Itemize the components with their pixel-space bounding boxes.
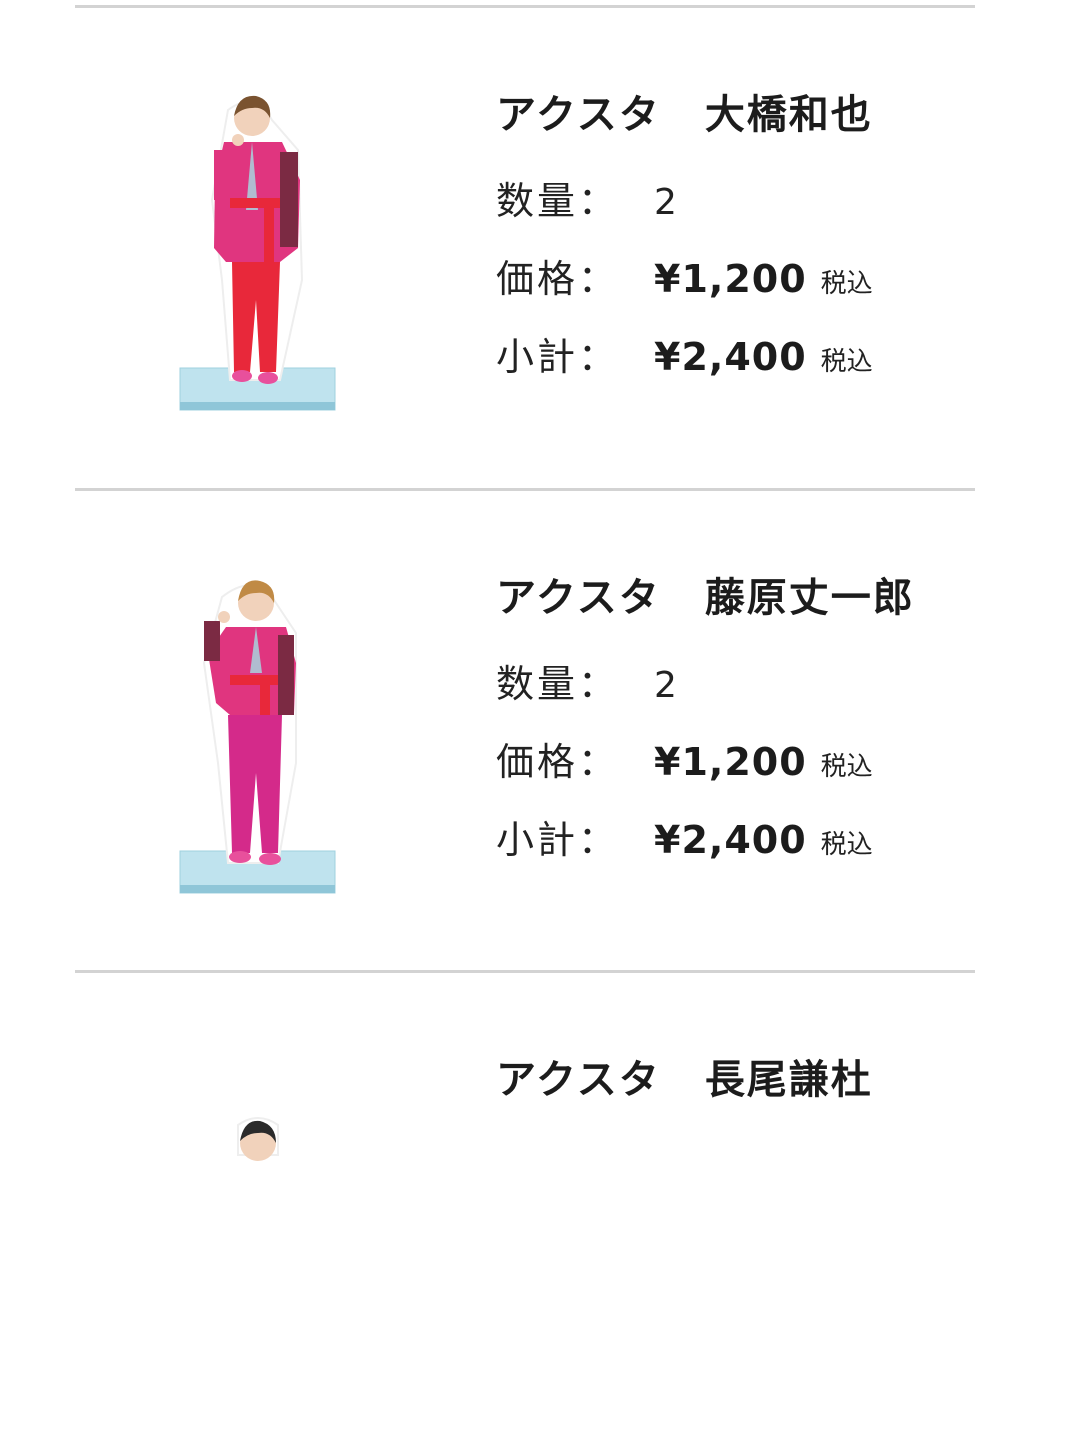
acrylic-stand-figure-icon [179,95,336,411]
product-title[interactable]: アクスタ 長尾謙杜 [496,1047,873,1105]
subtotal-row: 小計： ¥2,400 税込 [496,326,873,386]
quantity-value: 2 [654,665,677,706]
subtotal-label: 小計： [496,818,620,862]
product-name: アクスタ [496,575,661,621]
price-row: 価格： ¥1,200 税込 [496,731,873,791]
cart-item: アクスタ 藤原丈一郎 数量： 2 価格： ¥1,200 税込 小計： ¥2,400 税込 [0,493,1080,973]
subtotal-value: ¥2,400 [654,335,807,379]
product-image[interactable] [160,563,360,913]
product-name: アクスタ [496,1057,661,1103]
cart-item-list: アクスタ 大橋和也 数量： 2 価格： ¥1,200 税込 小計： ¥2,400 税込 [0,0,1080,1161]
price-label: 価格： [496,257,620,301]
price-value: ¥1,200 [654,740,807,784]
price-value: ¥1,200 [654,257,807,301]
quantity-label: 数量： [496,662,620,706]
tax-included-note: 税込 [820,347,873,377]
quantity-row: 数量： 2 [496,653,677,713]
divider [75,488,975,491]
subtotal-row: 小計： ¥2,400 税込 [496,809,873,869]
acrylic-stand-figure-icon [179,580,336,894]
quantity-label: 数量： [496,179,620,223]
member-name: 大橋和也 [704,92,873,138]
price-row: 価格： ¥1,200 税込 [496,248,873,308]
product-image[interactable] [160,1045,360,1395]
divider [75,5,975,8]
subtotal-value: ¥2,400 [654,818,807,862]
subtotal-label: 小計： [496,335,620,379]
tax-included-note: 税込 [820,830,873,860]
cart-item: アクスタ 大橋和也 数量： 2 価格： ¥1,200 税込 小計： ¥2,400 税込 [0,10,1080,490]
tax-included-note: 税込 [820,269,873,299]
product-title[interactable]: アクスタ 藤原丈一郎 [496,565,915,623]
price-label: 価格： [496,740,620,784]
member-name: 藤原丈一郎 [704,575,915,621]
cart-item: アクスタ 長尾謙杜 [0,975,1080,1455]
quantity-value: 2 [654,182,677,223]
product-image[interactable] [160,80,360,430]
member-name: 長尾謙杜 [704,1057,873,1103]
divider [75,970,975,973]
acrylic-stand-figure-icon [237,1117,279,1161]
product-title[interactable]: アクスタ 大橋和也 [496,82,873,140]
tax-included-note: 税込 [820,752,873,782]
product-name: アクスタ [496,92,661,138]
quantity-row: 数量： 2 [496,170,677,230]
